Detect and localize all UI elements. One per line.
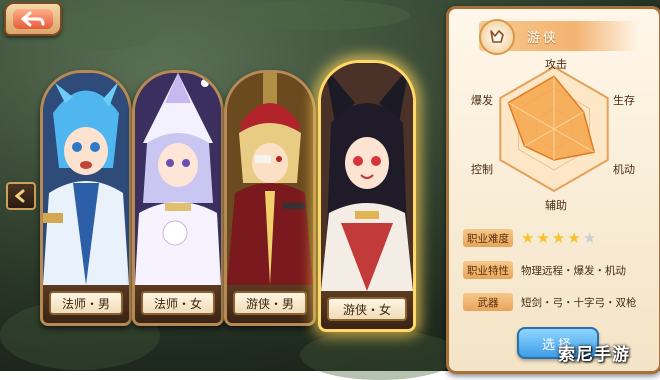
mage-female-portrait: [135, 73, 221, 285]
star-filled-icon: ★: [551, 229, 566, 247]
star-empty-icon: ★: [582, 229, 597, 247]
class-name: 游侠: [527, 31, 560, 46]
radar-axis-attack: 攻击: [545, 58, 567, 71]
scroll-left-button[interactable]: [6, 182, 36, 210]
class-info-panel: 游侠 攻击 生存 机动 辅助 控制 爆发 职业难度 ★ ★ ★ ★ ★ 职业特性 物理远…: [446, 6, 660, 374]
character-label: 游侠・男: [233, 291, 307, 315]
character-card-ranger-female[interactable]: 游侠・女: [318, 60, 416, 332]
star-filled-icon: ★: [536, 229, 550, 247]
trait-label: 职业特性: [463, 261, 513, 279]
character-label: 游侠・女: [327, 297, 407, 321]
radar-axis-mobility: 机动: [613, 163, 635, 176]
chevron-left-icon: [14, 189, 25, 203]
character-card-mage-female[interactable]: 法师・女: [132, 70, 224, 326]
radar-axis-control: 控制: [471, 163, 493, 176]
character-label: 法师・女: [141, 291, 215, 315]
mage-male-portrait: [43, 73, 129, 285]
weapon-label: 武器: [463, 293, 513, 311]
fox-class-icon: [479, 19, 515, 55]
star-filled-icon: ★: [567, 229, 581, 247]
back-button[interactable]: [4, 2, 62, 36]
difficulty-stars: ★ ★ ★ ★ ★: [521, 229, 596, 247]
difficulty-label: 职业难度: [463, 229, 513, 247]
back-arrow-icon: [21, 11, 45, 27]
trait-value: 物理远程・爆发・机动: [521, 265, 626, 277]
star-filled-icon: ★: [521, 229, 535, 247]
character-card-mage-male[interactable]: 法师・男: [40, 70, 132, 326]
character-label: 法师・男: [49, 291, 123, 315]
ranger-male-portrait: [227, 73, 313, 285]
ranger-female-portrait: [321, 63, 413, 291]
weapon-value: 短剑・弓・十字弓・双枪: [521, 297, 637, 309]
radar-axis-burst: 爆发: [471, 94, 493, 107]
radar-axis-survival: 生存: [613, 94, 635, 107]
site-watermark: 索尼手游: [558, 345, 630, 365]
radar-axis-support: 辅助: [545, 199, 567, 212]
character-card-ranger-male[interactable]: 游侠・男: [224, 70, 316, 326]
